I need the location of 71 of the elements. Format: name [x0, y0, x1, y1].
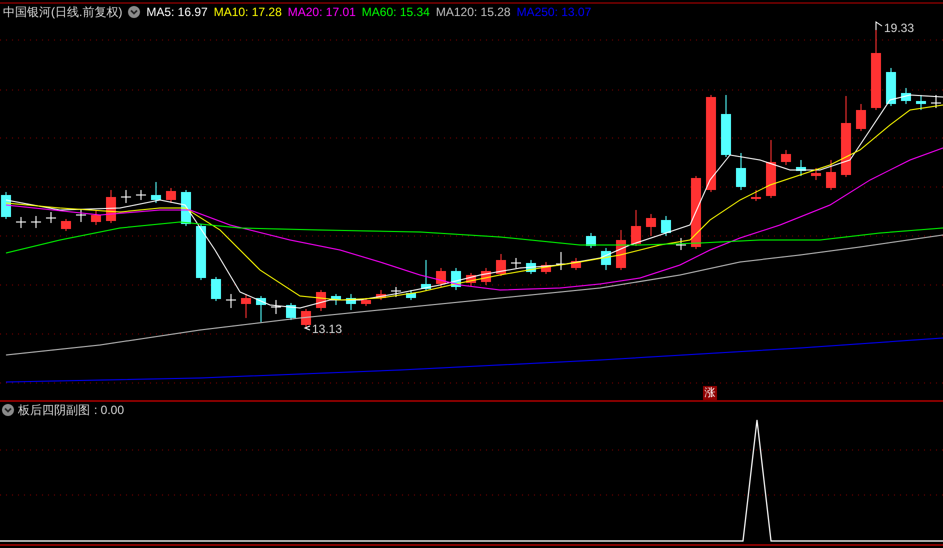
candlestick — [451, 268, 461, 290]
dropdown-icon[interactable] — [2, 404, 14, 416]
candlestick — [226, 294, 236, 308]
indicator-value: MA5: 16.97 — [146, 5, 208, 19]
candlestick — [661, 216, 671, 236]
candlestick — [466, 272, 476, 286]
candlestick — [826, 160, 836, 190]
candlestick — [496, 254, 506, 276]
candlestick — [390, 286, 402, 298]
indicator-value: MA120: 15.28 — [436, 5, 511, 19]
candlestick — [811, 168, 821, 180]
candlestick — [106, 190, 116, 224]
candlestick — [601, 248, 611, 270]
candlestick — [46, 212, 56, 224]
candlestick — [421, 260, 431, 292]
candlestick — [61, 218, 71, 232]
candlestick — [766, 140, 776, 198]
candlestick — [856, 104, 866, 132]
indicator-value: MA60: 15.34 — [362, 5, 430, 19]
indicator-value: MA20: 17.01 — [288, 5, 356, 19]
candlestick — [211, 276, 221, 302]
candlestick — [301, 308, 311, 328]
candlestick — [616, 230, 626, 270]
candlestick — [16, 216, 26, 228]
candlestick — [586, 232, 596, 248]
candlestick — [781, 150, 791, 166]
indicator-value: MA10: 17.28 — [214, 5, 282, 19]
price-label: 13.13 — [312, 322, 342, 336]
candlestick — [91, 210, 101, 226]
subchart-value: : 0.00 — [94, 403, 124, 417]
candlestick — [510, 258, 522, 268]
candlestick — [346, 294, 356, 310]
candlestick — [436, 268, 446, 288]
indicator-value: MA250: 13.07 — [516, 5, 592, 19]
candlestick — [676, 238, 686, 250]
candlestick — [120, 190, 132, 204]
candlestick — [736, 152, 746, 190]
candlestick — [751, 190, 761, 202]
candlestick — [541, 262, 551, 274]
dropdown-icon[interactable] — [128, 6, 140, 18]
candlestick — [331, 294, 341, 306]
candlestick — [556, 252, 566, 270]
candlestick — [286, 302, 296, 320]
candlestick — [526, 260, 536, 274]
candlestick — [571, 258, 581, 270]
candlestick — [376, 290, 386, 300]
candlestick — [76, 210, 86, 222]
price-label: 19.33 — [884, 21, 914, 35]
candlestick — [151, 182, 161, 204]
candlestick — [196, 224, 206, 280]
candlestick — [901, 88, 911, 104]
candlestick — [270, 300, 282, 314]
candlestick — [796, 160, 806, 176]
subchart-title: 板后四阴副图 — [18, 403, 90, 417]
candlestick — [166, 188, 176, 204]
limit-up-marker: 涨 — [703, 386, 717, 400]
chart-title: 中国银河(日线.前复权) — [2, 5, 122, 19]
candlestick — [646, 214, 656, 236]
candlestick — [1, 192, 11, 220]
candlestick — [886, 68, 896, 106]
candlestick — [930, 94, 942, 108]
candlestick — [30, 216, 42, 228]
candlestick — [241, 294, 251, 318]
candlestick — [361, 298, 371, 306]
candlestick — [256, 296, 266, 322]
candlestick — [481, 268, 491, 286]
candlestick — [631, 210, 641, 246]
candlestick — [721, 94, 731, 158]
candlestick — [136, 190, 146, 200]
candlestick — [406, 290, 416, 300]
candlestick — [916, 94, 926, 110]
